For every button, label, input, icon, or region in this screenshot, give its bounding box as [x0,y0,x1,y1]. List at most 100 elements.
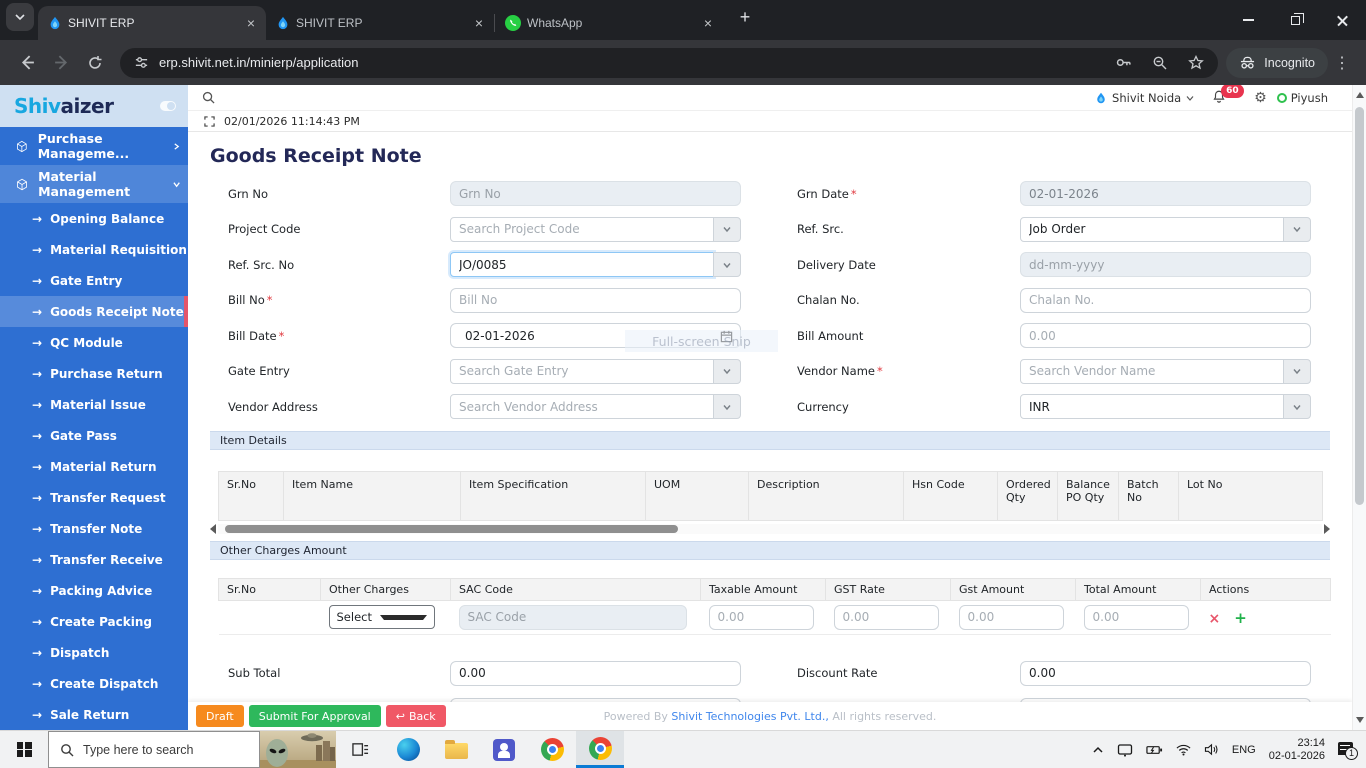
sidebar-toggle-icon[interactable] [160,101,176,111]
sidebar-item-purchase-management[interactable]: Purchase Manageme... [0,127,188,165]
project-code-input[interactable] [450,216,714,242]
tab-close-icon[interactable]: × [470,14,488,32]
vendor-address-input[interactable] [450,394,714,420]
password-key-icon[interactable] [1115,54,1132,71]
ref-src-input[interactable] [1020,216,1284,242]
menu-icon[interactable]: ⋮ [1328,53,1356,73]
add-row-icon[interactable]: + [1234,609,1247,627]
taskbar-edge[interactable] [384,731,432,768]
gate-entry-input[interactable] [450,358,714,384]
sidebar-item-material-return[interactable]: → Material Return [0,451,188,482]
fullscreen-icon[interactable] [204,115,215,127]
reload-icon[interactable] [78,46,112,80]
taskbar-teams[interactable] [480,731,528,768]
sidebar-item-packing-advice[interactable]: → Packing Advice [0,575,188,606]
notifications-button[interactable]: 60 [1212,85,1244,107]
total-amount-input[interactable] [1083,604,1189,630]
search-highlight-artwork[interactable] [260,731,336,768]
sidebar-item-opening-balance[interactable]: → Opening Balance [0,203,188,234]
sidebar-item-material-issue[interactable]: → Material Issue [0,389,188,420]
scrollbar-thumb[interactable] [1355,107,1364,505]
tab-search-button[interactable] [6,3,34,31]
browser-tab-whatsapp[interactable]: WhatsApp × [495,6,723,40]
sidebar-item-transfer-receive[interactable]: → Transfer Receive [0,544,188,575]
bill-no-input[interactable] [450,287,741,313]
company-link[interactable]: Shivit Technologies Pvt. Ltd., [671,710,828,723]
sac-code-input[interactable] [458,604,687,630]
gate-entry-dropdown-button[interactable] [713,358,741,384]
sidebar-item-transfer-note[interactable]: → Transfer Note [0,513,188,544]
sidebar-item-gate-entry[interactable]: → Gate Entry [0,265,188,296]
bookmark-star-icon[interactable] [1188,54,1205,71]
sidebar-item-gate-pass[interactable]: → Gate Pass [0,420,188,451]
vendor-name-input[interactable] [1020,358,1284,384]
ref-src-no-input[interactable] [450,252,714,278]
zoom-icon[interactable] [1152,55,1168,71]
sidebar-item-sale-return[interactable]: → Sale Return [0,699,188,730]
submit-for-approval-button[interactable]: Submit For Approval [248,705,381,727]
tab-close-icon[interactable]: × [699,14,717,32]
scroll-down-icon[interactable] [1356,717,1364,723]
draft-button[interactable]: Draft [196,705,244,727]
close-window-button[interactable] [1319,0,1366,40]
discount-rate-input[interactable] [1020,660,1311,686]
settings-gear-icon[interactable]: ⚙ [1254,90,1267,106]
tab-close-icon[interactable]: × [242,14,260,32]
project-code-dropdown-button[interactable] [713,216,741,242]
grn-date-input[interactable] [1020,181,1311,207]
taskbar-search[interactable]: Type here to search [48,731,260,768]
search-icon[interactable] [202,91,215,104]
site-settings-icon[interactable] [134,55,149,70]
vendor-address-dropdown-button[interactable] [713,394,741,420]
vendor-name-dropdown-button[interactable] [1283,358,1311,384]
remove-row-icon[interactable]: × [1209,611,1221,627]
scroll-left-icon[interactable] [210,523,216,534]
chalan-no-input[interactable] [1020,287,1311,313]
sidebar-item-create-dispatch[interactable]: → Create Dispatch [0,668,188,699]
sidebar-item-dispatch[interactable]: → Dispatch [0,637,188,668]
action-center-button[interactable]: 1 [1338,740,1358,760]
taskbar-clock[interactable]: 23:14 02-01-2026 [1269,737,1325,763]
sidebar-item-qc-module[interactable]: → QC Module [0,327,188,358]
browser-tab-shivit-erp-2[interactable]: SHIVIT ERP × [266,6,494,40]
start-button[interactable] [0,731,48,768]
sub-total-input[interactable] [450,660,741,686]
browser-tab-shivit-erp-1[interactable]: SHIVIT ERP × [38,6,266,40]
forward-icon[interactable] [44,46,78,80]
minimize-button[interactable] [1225,0,1272,40]
currency-dropdown-button[interactable] [1283,394,1311,420]
scrollbar-thumb[interactable] [225,524,678,533]
language-indicator[interactable]: ENG [1232,744,1256,756]
url-bar[interactable]: erp.shivit.net.in/minierp/application [120,47,1219,78]
back-icon[interactable] [10,46,44,80]
vertical-scrollbar[interactable] [1352,85,1366,730]
taskbar-chrome-active[interactable] [576,731,624,768]
tray-chevron-up-icon[interactable] [1092,745,1104,755]
ref-src-no-dropdown-button[interactable] [713,252,741,278]
task-view-button[interactable] [336,731,384,768]
taskbar-chrome[interactable] [528,731,576,768]
user-menu[interactable]: Piyush [1276,91,1328,105]
gst-rate-input[interactable] [833,604,939,630]
scroll-right-icon[interactable] [1324,523,1330,534]
sidebar-item-material-management[interactable]: Material Management [0,165,188,203]
battery-icon[interactable] [1146,744,1163,756]
currency-input[interactable] [1020,394,1284,420]
sidebar-item-goods-receipt-note[interactable]: → Goods Receipt Note [0,296,188,327]
new-tab-button[interactable]: + [731,3,759,31]
restore-button[interactable] [1272,0,1319,40]
back-button[interactable]: ↩ Back [385,705,446,727]
taxable-amount-input[interactable] [708,604,814,630]
grn-no-input[interactable] [450,181,741,207]
bill-amount-input[interactable] [1020,323,1311,349]
volume-icon[interactable] [1204,743,1219,756]
org-selector[interactable]: Shivit Noida [1095,91,1194,105]
sidebar-item-material-requisition[interactable]: → Material Requisition [0,234,188,265]
sidebar-item-purchase-return[interactable]: → Purchase Return [0,358,188,389]
gst-amount-input[interactable] [958,604,1064,630]
taskbar-file-explorer[interactable] [432,731,480,768]
sidebar-item-transfer-request[interactable]: → Transfer Request [0,482,188,513]
wifi-icon[interactable] [1176,744,1191,756]
other-charges-select[interactable]: Select Other C [328,605,435,629]
cast-icon[interactable] [1117,743,1133,757]
